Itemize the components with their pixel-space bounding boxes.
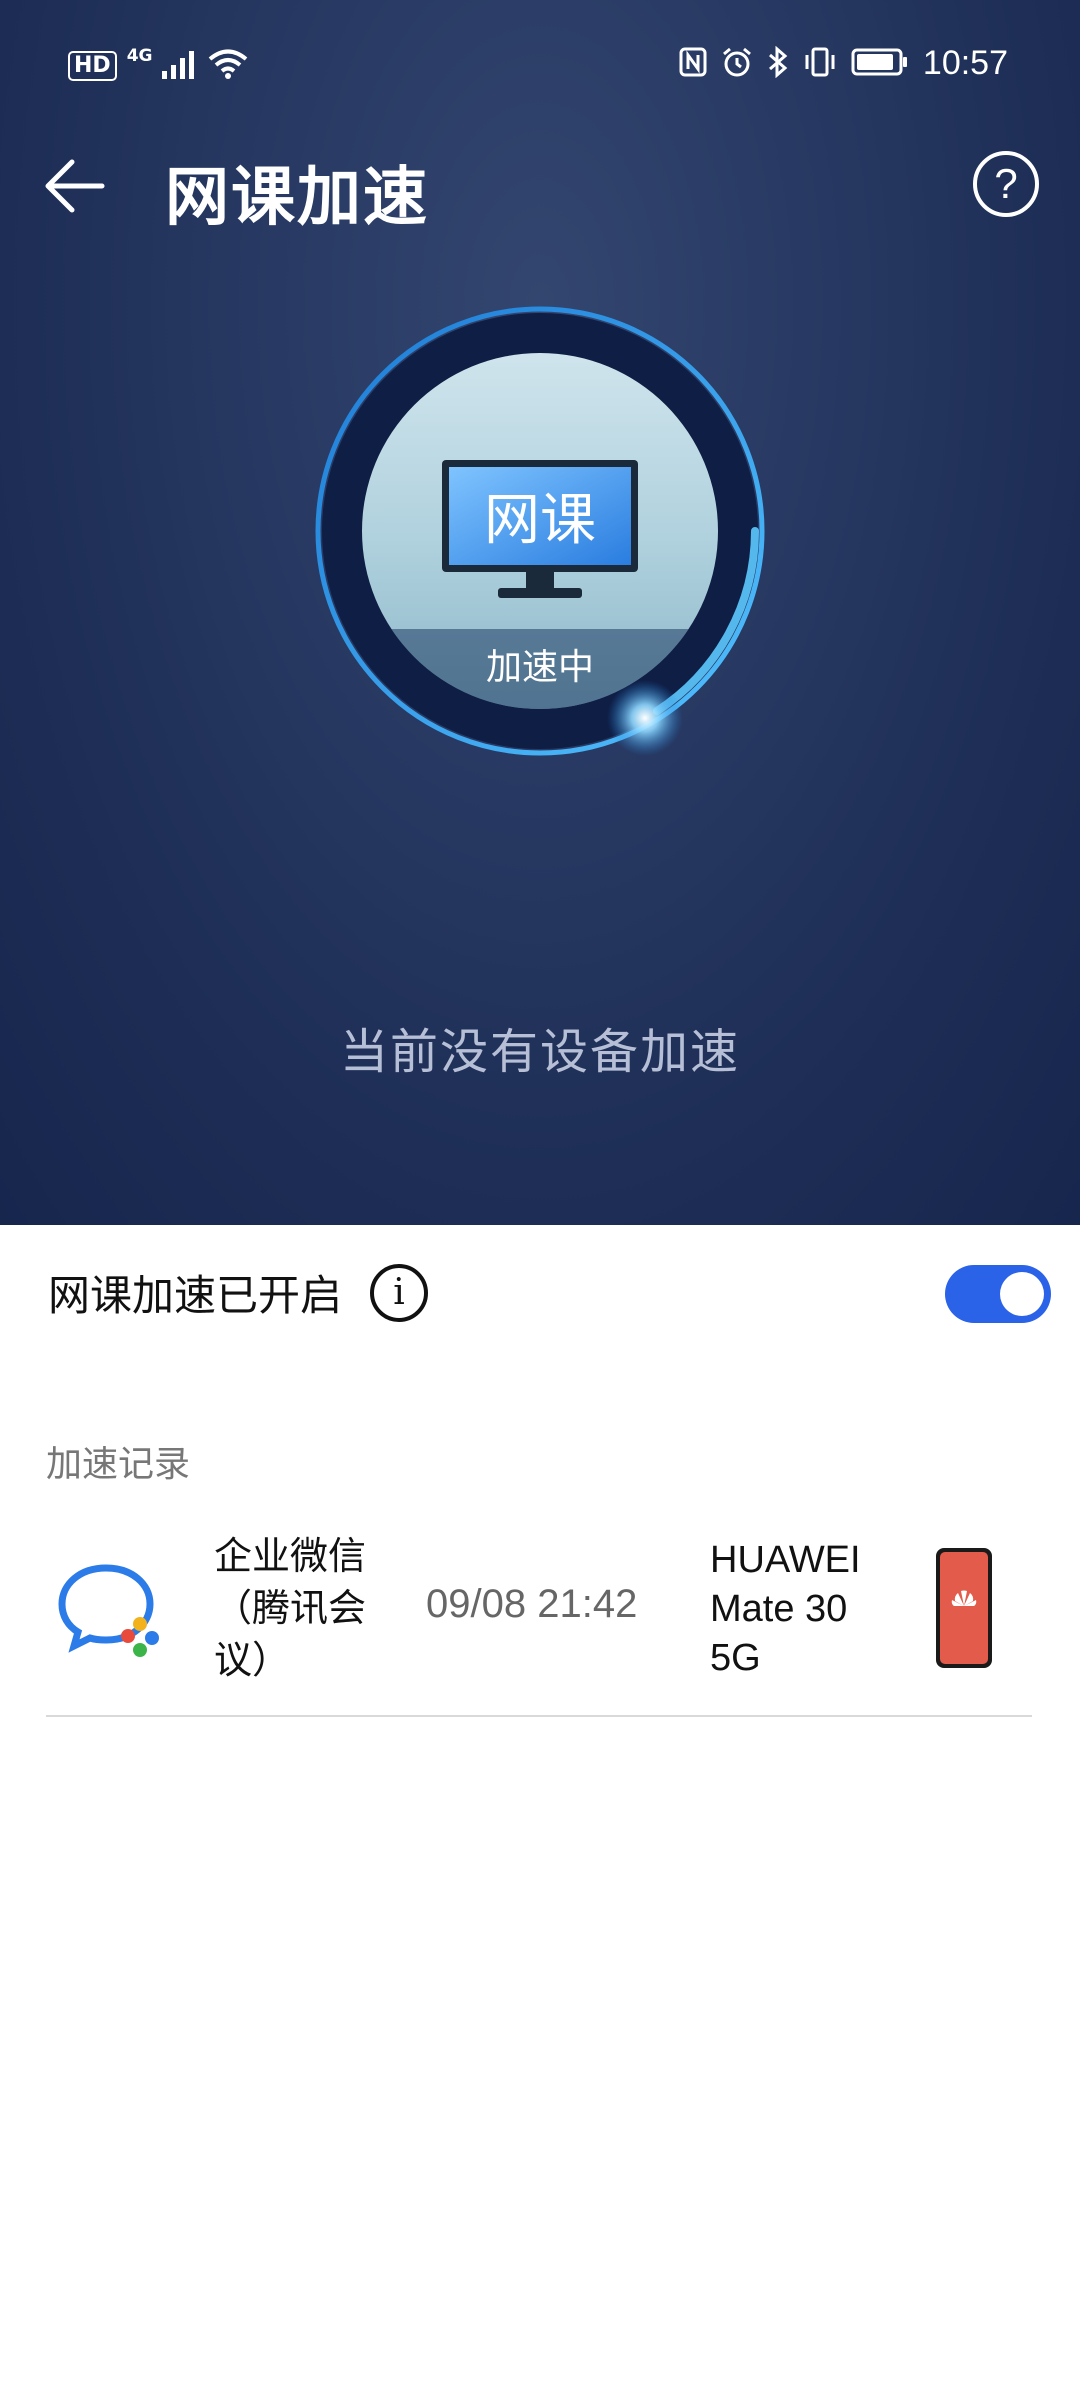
back-arrow-icon: [45, 159, 105, 213]
record-time: 09/08 21:42: [426, 1582, 638, 1626]
page-title: 网课加速: [165, 161, 429, 235]
toggle-label: 网课加速已开启: [48, 1271, 343, 1320]
vibrate-icon: [803, 46, 837, 82]
status-right: 10:57: [679, 44, 1008, 83]
toggle-knob: [1000, 1272, 1044, 1316]
nfc-icon: [679, 47, 707, 81]
monitor-label: 网课: [484, 488, 596, 553]
phone-device-icon: [936, 1548, 992, 1668]
battery-icon: [851, 47, 909, 81]
no-device-message: 当前没有设备加速: [339, 1024, 740, 1080]
status-bar: HD 4G 10:57: [0, 0, 1080, 130]
status-left: HD 4G: [68, 46, 248, 84]
alarm-icon: [721, 46, 753, 82]
back-button[interactable]: [38, 150, 110, 222]
record-app-name: 企业微信（腾讯会议）: [214, 1534, 367, 1682]
bluetooth-icon: [767, 45, 789, 82]
info-icon[interactable]: i: [370, 1263, 429, 1322]
help-button[interactable]: ?: [973, 151, 1039, 217]
signal-icon: [162, 49, 198, 83]
accelerate-toggle[interactable]: [945, 1265, 1051, 1323]
huawei-logo-icon: [951, 1590, 977, 1606]
record-row[interactable]: 企业微信（腾讯会议） 09/08 21:42 HUAWEI Mate 30 5G: [46, 1510, 1032, 1717]
records-section-title: 加速记录: [46, 1444, 191, 1485]
wecom-app-icon: [58, 1564, 159, 1657]
clock-time: 10:57: [922, 44, 1008, 82]
record-device: HUAWEI Mate 30 5G: [710, 1539, 861, 1679]
accelerating-status: 加速中: [485, 647, 594, 688]
wifi-icon: [208, 48, 248, 84]
accelerate-setting-row: 网课加速已开启 i: [48, 1262, 429, 1323]
hero-panel: HD 4G 10:57 网课加速 ? 网课 加速中 当前没有设备加速: [0, 0, 1080, 1225]
hd-badge: HD: [68, 51, 117, 81]
network-type: 4G: [126, 46, 153, 66]
